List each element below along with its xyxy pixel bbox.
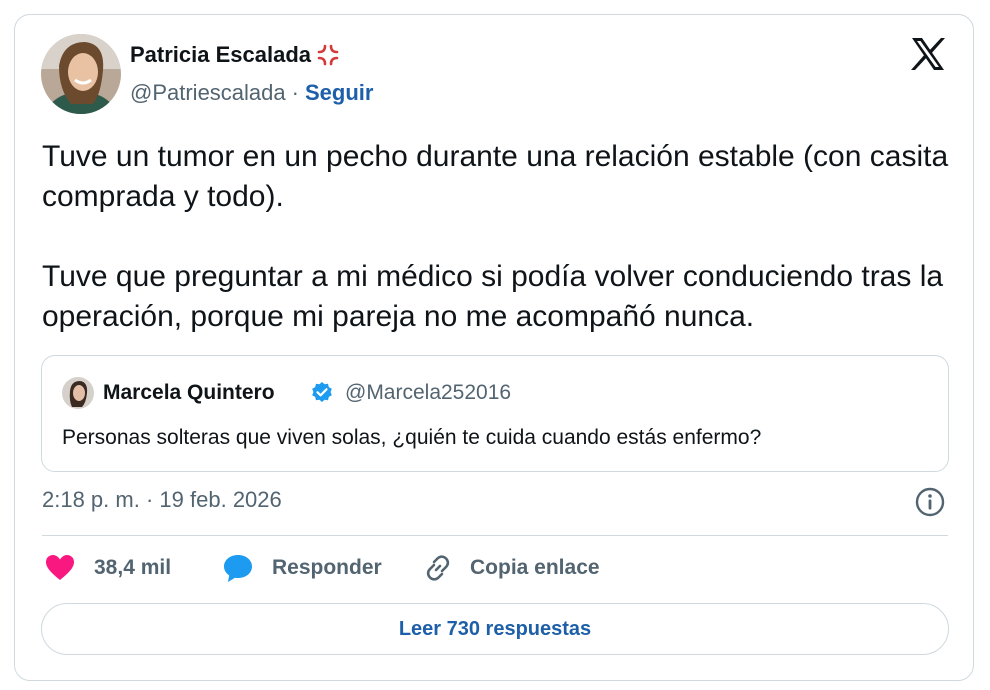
divider <box>42 535 948 536</box>
reply-label: Responder <box>272 556 382 579</box>
copy-link-label: Copia enlace <box>470 556 600 579</box>
follow-button[interactable]: Seguir <box>305 80 373 106</box>
tweet-timestamp[interactable]: 2:18 p. m. · 19 feb. 2026 <box>42 487 282 513</box>
copy-link-button[interactable]: Copia enlace <box>422 552 600 584</box>
quoted-author-name: Marcela Quintero <box>103 381 275 404</box>
author-name-row: Patricia Escalada <box>130 42 341 68</box>
author-name[interactable]: Patricia Escalada <box>130 42 311 68</box>
heart-icon <box>44 552 76 584</box>
author-avatar[interactable] <box>41 34 121 114</box>
link-icon <box>422 552 454 584</box>
like-button[interactable]: 38,4 mil <box>44 552 171 584</box>
tweet-date: 19 feb. 2026 <box>159 487 282 512</box>
quoted-tweet-text: Personas solteras que viven solas, ¿quié… <box>62 426 762 449</box>
quoted-tweet[interactable]: Marcela Quintero @Marcela252016 Personas… <box>41 355 949 472</box>
handle-separator: · <box>291 80 299 105</box>
reply-button[interactable]: Responder <box>222 552 382 584</box>
like-count: 38,4 mil <box>94 556 172 579</box>
quoted-author-avatar <box>62 377 94 409</box>
author-handle-row: @Patriescalada · Seguir <box>130 80 373 106</box>
tweet-text: Tuve un tumor en un pecho durante una re… <box>42 137 962 337</box>
info-icon[interactable] <box>914 486 946 518</box>
verified-badge-icon <box>310 381 334 405</box>
x-logo-icon[interactable] <box>908 34 948 74</box>
reply-bubble-icon <box>222 552 254 584</box>
timestamp-separator: · <box>145 487 154 512</box>
tweet-time: 2:18 p. m. <box>42 487 140 512</box>
quoted-author-handle: @Marcela252016 <box>345 381 512 404</box>
tweet-paragraph-2: Tuve que preguntar a mi médico si podía … <box>42 260 944 333</box>
tweet-paragraph-1: Tuve un tumor en un pecho durante una re… <box>42 140 949 213</box>
author-handle[interactable]: @Patriescalada <box>130 80 286 106</box>
read-replies-button[interactable]: Leer 730 respuestas <box>41 603 949 655</box>
anger-emoji-icon <box>315 42 341 68</box>
